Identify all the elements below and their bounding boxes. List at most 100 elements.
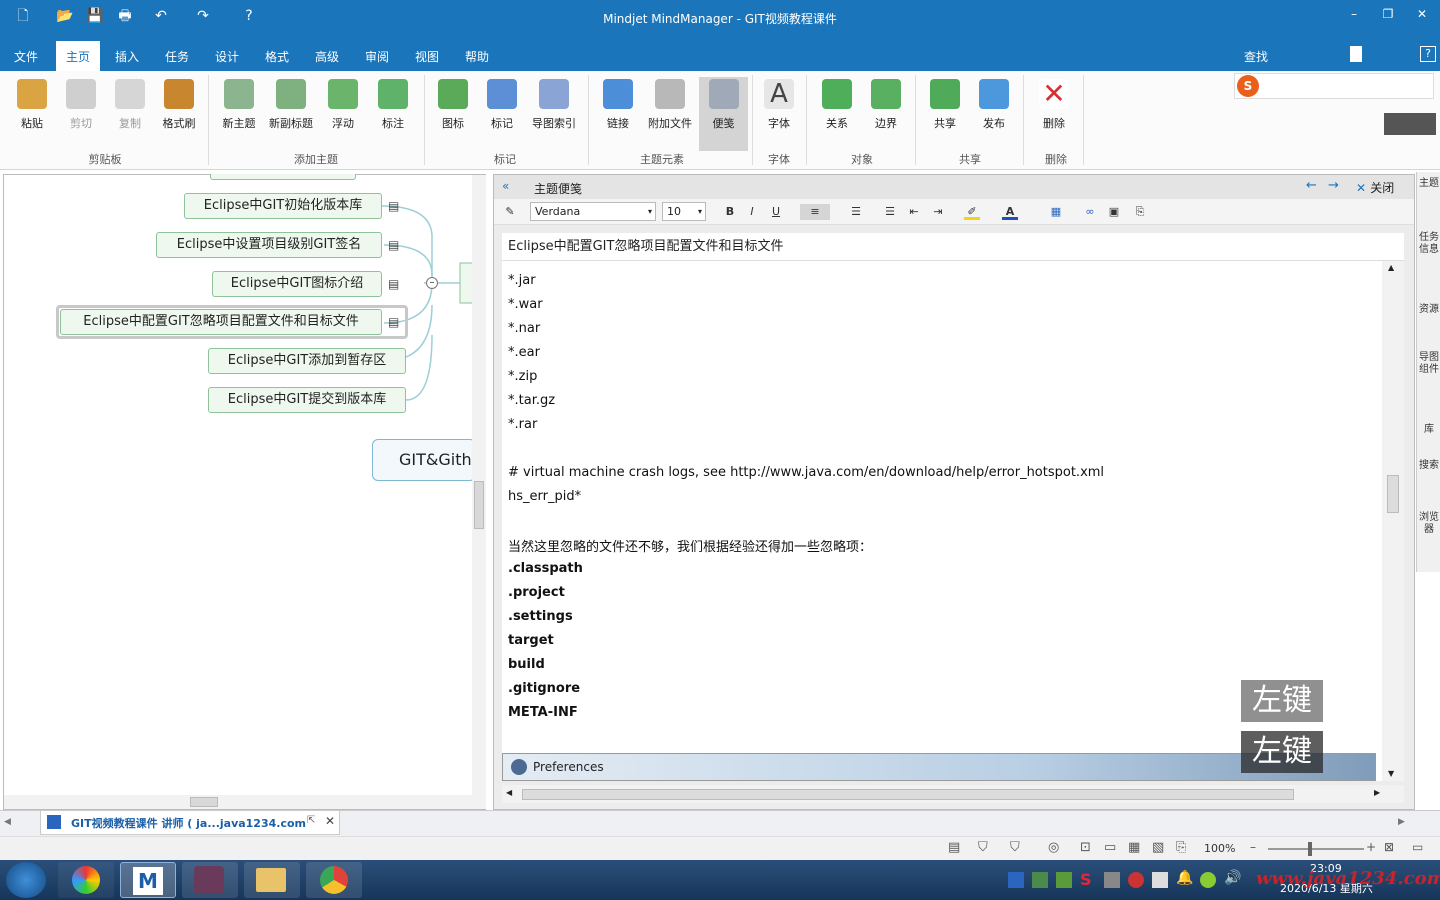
tab-float-icon[interactable]: ⇱ — [307, 815, 315, 826]
panel-tab-map-parts[interactable]: 导图组件 — [1419, 352, 1439, 416]
close-window-icon[interactable]: ✕ — [1412, 4, 1432, 24]
note-icon[interactable]: ▤ — [388, 199, 402, 213]
map-index-button[interactable]: 导图索引 — [531, 77, 577, 141]
menu-format[interactable]: 格式 — [265, 48, 289, 65]
search-box[interactable] — [1350, 46, 1362, 62]
map-vertical-scrollbar[interactable] — [472, 175, 486, 809]
menu-insert[interactable]: 插入 — [115, 48, 139, 65]
font-color-icon[interactable]: A — [1002, 204, 1018, 220]
restore-icon[interactable]: ❐ — [1378, 4, 1398, 24]
topic-item[interactable]: Eclipse中GIT提交到版本库 — [208, 387, 406, 413]
taskbar-app-explorer[interactable] — [244, 862, 300, 898]
panel-tab-library[interactable]: 库 — [1419, 424, 1439, 452]
tray-volume-icon[interactable]: 🔊 — [1224, 870, 1241, 886]
tray-nvidia-icon[interactable] — [1056, 872, 1072, 888]
filter-options-icon[interactable]: ⛉ — [1010, 840, 1020, 855]
panel-tab-browser[interactable]: 浏览器 — [1419, 512, 1439, 568]
ime-toolbar[interactable]: S — [1234, 73, 1434, 99]
collapse-icon[interactable]: – — [426, 277, 438, 289]
tray-network-icon[interactable] — [1008, 872, 1024, 888]
font-button[interactable]: A 字体 — [756, 77, 802, 141]
topic-partial-top[interactable] — [210, 174, 356, 180]
note-icon[interactable]: ▤ — [388, 238, 402, 252]
tags-button[interactable]: 标记 — [479, 77, 525, 141]
font-select[interactable]: Verdana ▾ — [530, 202, 656, 221]
taskbar-app-pinwheel[interactable] — [58, 862, 114, 898]
ime-mini-bar[interactable] — [1384, 113, 1436, 135]
publish-button[interactable]: 发布 — [971, 77, 1017, 141]
share-button[interactable]: 共享 — [922, 77, 968, 141]
topic-item[interactable]: Eclipse中设置项目级别GIT签名 — [156, 232, 382, 258]
panel-tab-resources[interactable]: 资源 — [1419, 304, 1439, 344]
topic-item[interactable]: Eclipse中GIT图标介绍 — [212, 271, 382, 297]
fit-map-icon[interactable]: ⊡ — [1080, 840, 1091, 855]
highlight-icon[interactable]: ✐ — [964, 204, 980, 220]
topic-item[interactable]: Eclipse中GIT初始化版本库 — [184, 193, 382, 219]
bullet-list-icon[interactable]: ☰ — [882, 204, 898, 220]
menu-file[interactable]: 文件 — [14, 48, 38, 65]
search-label[interactable]: 查找 — [1244, 48, 1268, 65]
menu-home[interactable]: 主页 — [56, 41, 101, 71]
topic-item[interactable]: Eclipse中GIT添加到暂存区 — [208, 348, 406, 374]
size-select[interactable]: 10 ▾ — [662, 202, 706, 221]
clear-format-icon[interactable]: ✎ — [502, 204, 518, 220]
cut-button[interactable]: 剪切 — [58, 77, 104, 141]
icons-button[interactable]: 图标 — [430, 77, 476, 141]
focus-icon[interactable]: ◎ — [1048, 840, 1059, 855]
bold-icon[interactable]: B — [722, 204, 738, 220]
menu-view[interactable]: 视图 — [415, 48, 439, 65]
scroll-left-icon[interactable]: ◀ — [506, 788, 512, 797]
menu-design[interactable]: 设计 — [215, 48, 239, 65]
layout-icon[interactable]: ▭ — [1412, 840, 1423, 854]
notes-hscroll-thumb[interactable] — [522, 789, 1294, 800]
format-painter-button[interactable]: 格式刷 — [156, 77, 202, 141]
note-icon[interactable]: ▤ — [388, 315, 402, 329]
zoom-slider-thumb[interactable] — [1308, 842, 1312, 856]
relationship-button[interactable]: 关系 — [814, 77, 860, 141]
document-tab[interactable]: GIT视频教程课件 讲师 ( ja...java1234.com ⇱ ✕ — [40, 811, 340, 835]
collapse-pane-icon[interactable]: « — [502, 179, 509, 193]
boundary-button[interactable]: 边界 — [863, 77, 909, 141]
outline-view-icon[interactable]: ▤ — [948, 840, 960, 855]
new-subtopic-button[interactable]: 新副标题 — [268, 77, 314, 141]
panel-tab-task-info[interactable]: 任务信息 — [1419, 232, 1439, 298]
page-view-icon[interactable]: ▭ — [1104, 840, 1116, 855]
delete-button[interactable]: ✕ 删除 — [1031, 77, 1077, 141]
tray-app-icon[interactable] — [1128, 872, 1144, 888]
taskbar-app-mindmanager[interactable]: M — [120, 862, 176, 898]
hyperlink-icon[interactable]: ∞ — [1082, 204, 1098, 220]
tray-security-icon[interactable] — [1032, 872, 1048, 888]
note-icon[interactable]: ▤ — [388, 277, 402, 291]
tray-app-icon[interactable] — [1152, 872, 1168, 888]
calendar-view-icon[interactable]: ▦ — [1128, 840, 1140, 855]
panel-tab-topic[interactable]: 主题 — [1419, 178, 1439, 228]
taskbar-app-chrome[interactable] — [306, 862, 362, 898]
outdent-icon[interactable]: ⇤ — [906, 204, 922, 220]
scroll-down-icon[interactable]: ▼ — [1388, 769, 1394, 778]
topic-item-selected[interactable]: Eclipse中配置GIT忽略项目配置文件和目标文件 — [60, 309, 382, 335]
new-topic-button[interactable]: 新主题 — [216, 77, 262, 141]
insert-object-icon[interactable]: ⎘ — [1132, 204, 1148, 220]
zoom-slider[interactable] — [1268, 842, 1364, 856]
help-question-icon[interactable]: ? — [1420, 46, 1436, 62]
tray-app-icon[interactable] — [1200, 872, 1216, 888]
taskbar-app-eclipse[interactable] — [182, 862, 238, 898]
minimize-icon[interactable]: – — [1344, 4, 1364, 24]
menu-review[interactable]: 审阅 — [365, 48, 389, 65]
attach-view-icon[interactable]: ⎘ — [1176, 840, 1186, 855]
tray-sogou-icon[interactable]: S — [1080, 870, 1092, 889]
link-button[interactable]: 链接 — [595, 77, 641, 141]
scroll-right-icon[interactable]: ▶ — [1374, 788, 1380, 797]
close-notes-button[interactable]: ✕ 关闭 — [1356, 179, 1394, 196]
tray-notification-icon[interactable]: 🔔 — [1176, 870, 1193, 886]
align-left-icon[interactable]: ≡ — [800, 204, 830, 220]
notes-horizontal-scrollbar[interactable]: ◀ ▶ — [502, 785, 1404, 803]
menu-task[interactable]: 任务 — [165, 48, 189, 65]
notes-vertical-scrollbar[interactable]: ▲ ▼ — [1382, 261, 1404, 781]
zoom-out-icon[interactable]: – — [1250, 840, 1256, 854]
notes-button[interactable]: 便笺 — [699, 77, 748, 151]
notes-scroll-thumb[interactable] — [1387, 475, 1399, 513]
start-button[interactable] — [6, 862, 46, 898]
attach-file-button[interactable]: 附加文件 — [647, 77, 693, 141]
fit-window-icon[interactable]: ⊠ — [1384, 840, 1394, 854]
